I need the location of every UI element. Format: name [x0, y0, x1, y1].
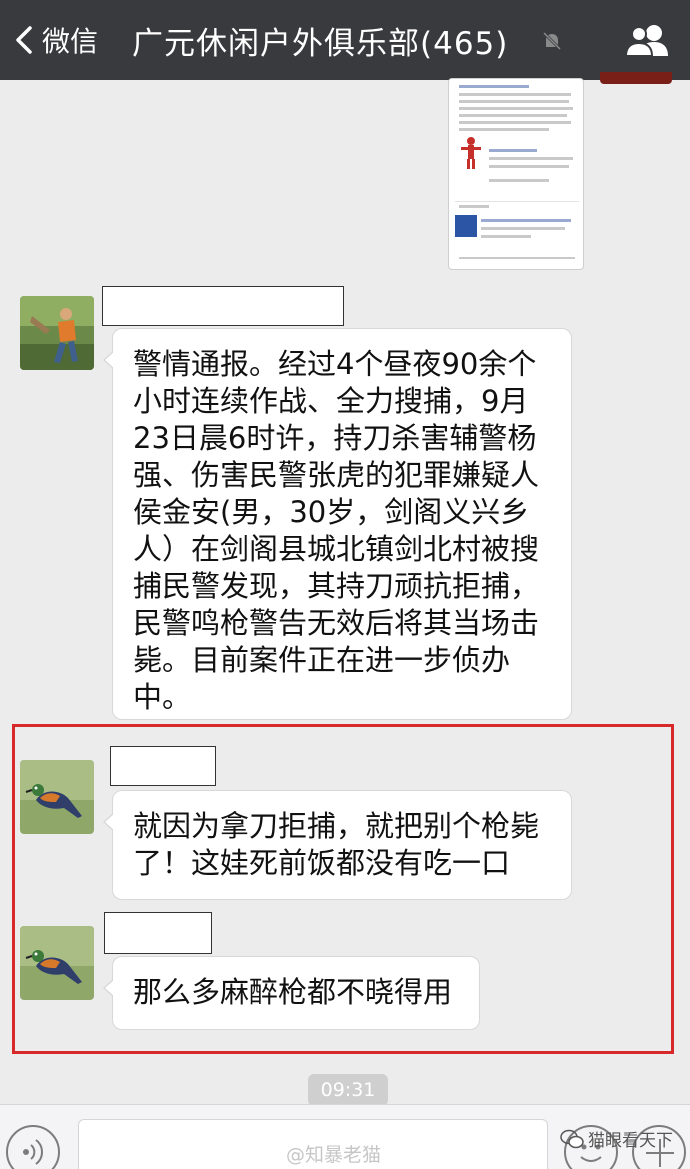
- avatar-edge: [600, 72, 672, 84]
- message-line: 那么多麻醉枪都不晓得用: [133, 975, 453, 1009]
- chat-header: 微信 广元休闲户外俱乐部(465): [0, 0, 690, 80]
- sender-name-redacted: [102, 286, 344, 326]
- message-line: 捕民警发现，其持刀顽抗拒捕，: [133, 569, 540, 603]
- avatar-hiker[interactable]: [20, 296, 94, 370]
- wechat-watermark: 猫眼看天下: [560, 1126, 673, 1151]
- wechat-watermark-text: 猫眼看天下: [588, 1131, 673, 1151]
- message-timestamp: 09:31: [308, 1074, 388, 1106]
- message-line: 毙。目前案件正在进一步侦办: [133, 643, 511, 677]
- chat-title: 广元休闲户外俱乐部(465): [132, 25, 509, 62]
- message-line: 了！这娃死前饭都没有吃一口: [133, 846, 511, 880]
- sender-name-redacted: [110, 746, 216, 786]
- message-line: 23日晨6时许，持刀杀害辅警杨: [133, 421, 537, 455]
- mute-icon: [541, 30, 563, 52]
- voice-icon: [23, 1139, 43, 1165]
- message-line: 侯金安(男，30岁，剑阁义兴乡: [133, 495, 530, 529]
- voice-input-button[interactable]: [6, 1125, 60, 1169]
- back-label: 微信: [42, 25, 99, 58]
- shared-screenshot-image[interactable]: [448, 78, 584, 270]
- message-bubble-reply[interactable]: 那么多麻醉枪都不晓得用: [103, 956, 480, 1030]
- message-line: 民警鸣枪警告无效后将其当场击: [133, 606, 540, 640]
- message-line: 警情通报。经过4个昼夜90余个: [133, 347, 537, 381]
- wechat-logo-icon: [560, 1129, 584, 1148]
- figure-icon: [461, 137, 481, 169]
- message-bubble-reply[interactable]: 就因为拿刀拒捕，就把别个枪毙 了！这娃死前饭都没有吃一口: [103, 790, 572, 900]
- group-members-icon[interactable]: [624, 22, 670, 58]
- message-bubble-alert[interactable]: 警情通报。经过4个昼夜90余个 小时连续作战、全力搜捕，9月 23日晨6时许，持…: [103, 328, 572, 720]
- chevron-left-icon: [16, 26, 32, 54]
- weibo-watermark: @知暴老猫: [286, 1144, 382, 1166]
- avatar-bird[interactable]: [20, 760, 94, 834]
- message-line: 小时连续作战、全力搜捕，9月: [133, 384, 529, 418]
- message-line: 人）在剑阁县城北镇剑北村被搜: [133, 532, 540, 566]
- sender-name-redacted: [104, 912, 212, 954]
- message-line: 强、伤害民警张虎的犯罪嫌疑人: [133, 458, 540, 492]
- back-button[interactable]: 微信: [14, 20, 98, 60]
- avatar-bird[interactable]: [20, 926, 94, 1000]
- message-line: 就因为拿刀拒捕，就把别个枪毙: [133, 809, 540, 843]
- message-line: 中。: [133, 680, 192, 714]
- qr-thumbnail: [455, 215, 477, 237]
